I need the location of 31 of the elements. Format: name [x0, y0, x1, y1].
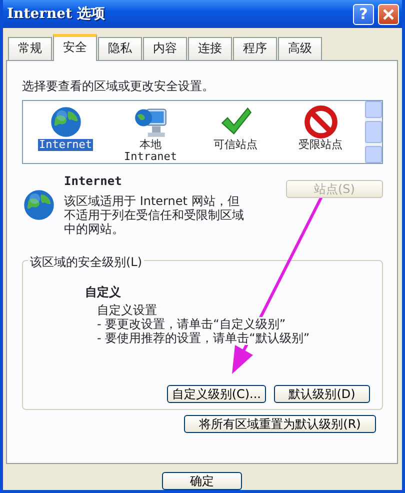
reset-all-zones-button[interactable]: 将所有区域重置为默认级别(R) [184, 415, 376, 433]
custom-level-button[interactable]: 自定义级别(C)... [166, 385, 266, 403]
zone-item[interactable]: 可信站点 [212, 139, 258, 151]
tab[interactable]: 连接 [188, 37, 232, 60]
zone-description: 该区域适用于 Internet 网站，但不适用于列在受信任和受限制区域中的网站。 [64, 194, 245, 236]
tab[interactable]: 安全 [53, 34, 97, 61]
ok-button[interactable]: 确定 [162, 472, 242, 490]
default-level-button[interactable]: 默认级别(D) [274, 385, 370, 403]
close-button[interactable] [378, 4, 399, 24]
tab[interactable]: 隐私 [98, 37, 142, 60]
level-description: 自定义设置 [97, 303, 159, 317]
globe-icon [22, 188, 56, 222]
tab[interactable]: 高级 [278, 37, 322, 60]
scrollbar[interactable] [365, 101, 382, 163]
globe-icon [48, 105, 82, 139]
zone-item[interactable]: 受限站点 [298, 139, 344, 151]
tab[interactable]: 常规 [8, 37, 52, 60]
prohibited-icon [304, 105, 338, 139]
instruction-text: 选择要查看的区域或更改安全设置。 [22, 78, 215, 95]
zone-list[interactable]: Internet 本地 Intranet 可信站点 受限站点 [22, 100, 383, 164]
tab[interactable]: 程序 [233, 37, 277, 60]
close-icon [382, 8, 395, 20]
group-legend: 该区域的安全级别(L) [28, 253, 144, 271]
zone-item[interactable]: Internet [38, 139, 93, 151]
zone-item[interactable]: 本地 Intranet [123, 139, 178, 163]
level-name: 自定义 [85, 284, 122, 301]
tab[interactable]: 内容 [143, 37, 187, 60]
window-title: Internet 选项 [7, 4, 105, 24]
level-description: - 要更改设置，请单击“自定义级别” [97, 317, 288, 331]
level-description: - 要使用推荐的设置，请单击“默认级别” [97, 331, 312, 345]
zone-name: Internet [64, 173, 123, 190]
